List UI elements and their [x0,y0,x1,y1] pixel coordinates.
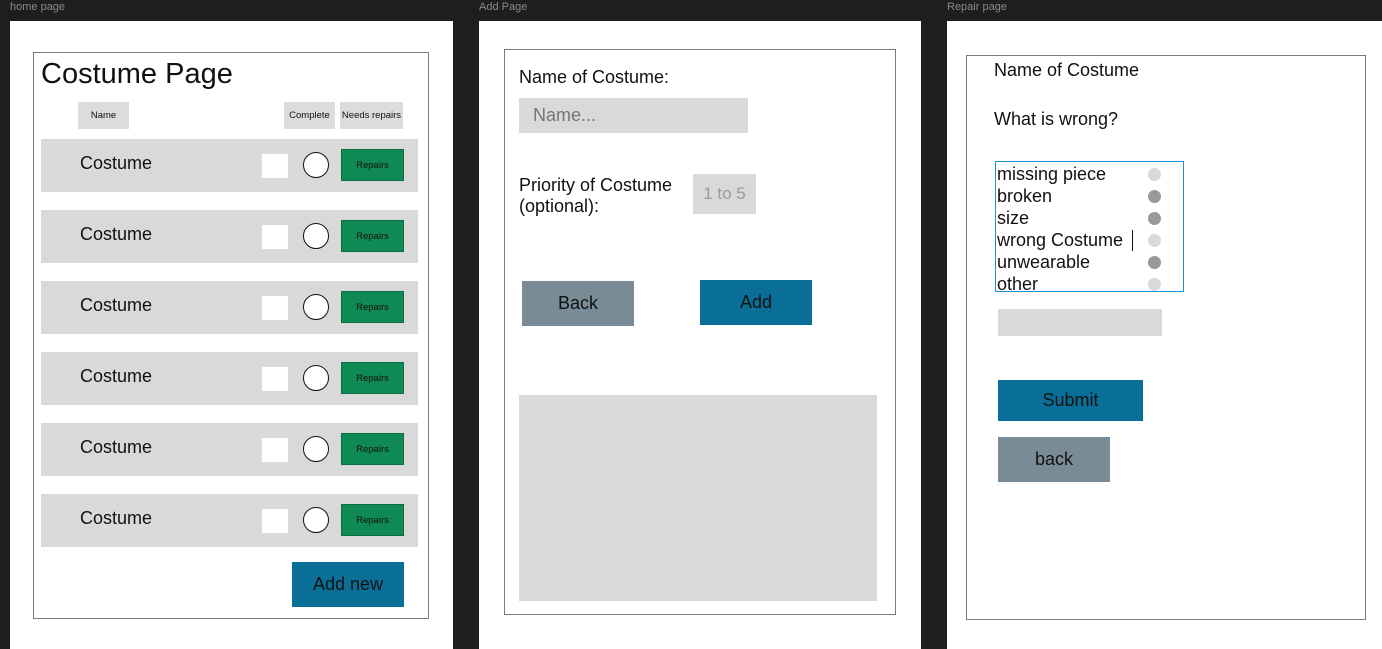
image-placeholder [519,395,877,601]
add-page-frame: Name of Costume: Priority of Costume (op… [479,21,921,649]
costume-name: Costume [80,437,153,457]
costume-row: Costume Repairs [41,139,418,192]
option-radio[interactable] [1148,168,1161,181]
costume-name: Costume [80,295,153,315]
add-button[interactable]: Add [700,280,812,325]
complete-checkbox[interactable] [262,367,288,391]
costume-name-label: Name of Costume: [519,67,670,87]
repairs-button[interactable]: Repairs [341,149,404,181]
other-issue-input[interactable] [998,309,1162,336]
column-header-name: Name [78,102,129,129]
repair-panel: Name of Costume What is wrong? missing p… [966,55,1366,620]
complete-checkbox[interactable] [262,296,288,320]
add-new-button[interactable]: Add new [292,562,404,607]
complete-checkbox[interactable] [262,225,288,249]
complete-checkbox[interactable] [262,154,288,178]
costume-name: Costume [80,508,153,528]
status-radio[interactable] [303,294,329,320]
column-header-complete: Complete [284,102,335,129]
repairs-button[interactable]: Repairs [341,291,404,323]
option-radio[interactable] [1148,256,1161,269]
repairs-button[interactable]: Repairs [341,433,404,465]
status-radio[interactable] [303,223,329,249]
costume-name-label: Name of Costume [994,60,1140,80]
complete-checkbox[interactable] [262,509,288,533]
option-other[interactable]: other [997,274,1038,295]
costume-row: Costume Repairs [41,210,418,263]
repairs-button[interactable]: Repairs [341,220,404,252]
option-size[interactable]: size [997,208,1029,229]
repair-page-frame: Name of Costume What is wrong? missing p… [947,21,1382,649]
repairs-button[interactable]: Repairs [341,504,404,536]
costume-name: Costume [80,366,153,386]
costume-name: Costume [80,153,153,173]
option-broken[interactable]: broken [997,186,1052,207]
home-page-frame: Costume Page Name Complete Needs repairs… [10,21,453,649]
priority-label: Priority of Costume (optional): [519,175,672,217]
text-caret [1132,230,1133,251]
page-title: Costume Page [41,58,233,90]
frame-label-home: home page [10,1,66,13]
costume-name: Costume [80,224,153,244]
costume-row: Costume Repairs [41,281,418,334]
priority-label-line-2: (optional): [519,196,600,216]
option-missing-piece[interactable]: missing piece [997,164,1106,185]
option-radio[interactable] [1148,278,1161,291]
column-header-needs-repairs: Needs repairs [340,102,403,129]
costume-name-input[interactable] [519,98,748,133]
option-wrong-costume[interactable]: wrong Costume [997,230,1123,251]
submit-button[interactable]: Submit [998,380,1143,421]
costume-row: Costume Repairs [41,352,418,405]
status-radio[interactable] [303,507,329,533]
add-costume-panel: Name of Costume: Priority of Costume (op… [504,49,896,615]
back-button[interactable]: Back [522,281,634,326]
costume-row: Costume Repairs [41,423,418,476]
priority-input[interactable]: 1 to 5 [693,174,756,214]
back-button[interactable]: back [998,437,1110,482]
complete-checkbox[interactable] [262,438,288,462]
frame-label-repair: Repair page [947,1,1007,13]
issue-options-list: missing piece broken size wrong Costume … [995,161,1184,295]
option-radio[interactable] [1148,234,1161,247]
costume-row: Costume Repairs [41,494,418,547]
question-label: What is wrong? [994,109,1119,129]
costume-list-panel: Costume Page Name Complete Needs repairs… [33,52,429,619]
option-radio[interactable] [1148,212,1161,225]
status-radio[interactable] [303,152,329,178]
repairs-button[interactable]: Repairs [341,362,404,394]
status-radio[interactable] [303,365,329,391]
option-unwearable[interactable]: unwearable [997,252,1090,273]
option-radio[interactable] [1148,190,1161,203]
frame-label-add: Add Page [479,1,528,13]
status-radio[interactable] [303,436,329,462]
priority-label-line-1: Priority of Costume [519,175,673,195]
